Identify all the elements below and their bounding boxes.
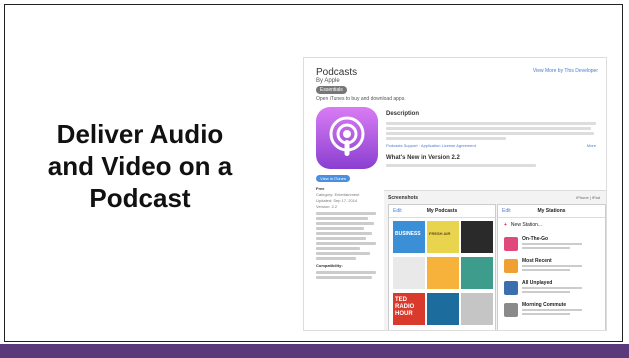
screen-header: Edit My Stations bbox=[498, 205, 605, 218]
meta-line bbox=[316, 271, 376, 274]
station-detail bbox=[522, 247, 570, 249]
podcast-tile bbox=[461, 221, 493, 253]
meta-line bbox=[316, 242, 376, 245]
screen-header: Edit My Podcasts bbox=[389, 205, 495, 218]
developer-link[interactable]: View More by This Developer bbox=[533, 68, 598, 74]
podcast-tile: TED RADIO HOUR bbox=[393, 293, 425, 325]
tile-label: TED RADIO HOUR bbox=[395, 297, 415, 317]
meta-line bbox=[316, 247, 360, 250]
screenshot-my-stations: Edit My Stations + New Station... On-The-… bbox=[497, 204, 606, 330]
station-row: Morning Commute bbox=[504, 301, 600, 319]
station-detail bbox=[522, 313, 570, 315]
view-in-itunes-button[interactable]: View in iTunes bbox=[316, 175, 350, 182]
description-heading: Description bbox=[386, 111, 420, 117]
podcast-tile: FRESH AIR bbox=[427, 221, 459, 253]
station-detail bbox=[522, 269, 570, 271]
version: Version: 2.2 bbox=[316, 204, 338, 209]
description-line bbox=[386, 122, 596, 125]
meta-line bbox=[316, 252, 370, 255]
meta-line bbox=[316, 227, 364, 230]
open-itunes-text: Open iTunes to buy and download apps. bbox=[316, 96, 406, 102]
screenshots-heading: Screenshots bbox=[388, 195, 419, 201]
podcast-tile bbox=[393, 257, 425, 289]
station-name: Morning Commute bbox=[522, 302, 567, 308]
whats-new-text bbox=[386, 164, 536, 167]
screen-title: My Podcasts bbox=[426, 208, 458, 214]
station-detail bbox=[522, 265, 582, 267]
meta-line bbox=[316, 237, 366, 240]
support-links[interactable]: Podcasts Support · Application License A… bbox=[386, 143, 476, 148]
meta-line bbox=[316, 212, 376, 215]
description-line bbox=[386, 137, 506, 140]
compatibility-label: Compatibility: bbox=[316, 263, 343, 268]
slide-title-line-1: Deliver Audio bbox=[56, 119, 224, 149]
more-link[interactable]: More bbox=[587, 143, 596, 148]
slide: Deliver Audio and Video on a Podcast Pod… bbox=[0, 0, 629, 358]
station-detail bbox=[522, 291, 570, 293]
new-station-row: + New Station... bbox=[504, 222, 542, 228]
podcast-tile bbox=[461, 293, 493, 325]
plus-icon: + bbox=[504, 222, 507, 228]
device-toggle[interactable]: iPhone | iPad bbox=[576, 195, 600, 200]
station-detail bbox=[522, 243, 582, 245]
tile-label: BUSINESS bbox=[395, 231, 421, 237]
app-name: Podcasts bbox=[316, 67, 358, 78]
footer-bar bbox=[0, 344, 629, 358]
podcast-tile bbox=[427, 293, 459, 325]
station-name: On-The-Go bbox=[522, 236, 549, 242]
podcast-tile bbox=[461, 257, 493, 289]
meta-line bbox=[316, 222, 374, 225]
station-thumbnail bbox=[504, 303, 518, 317]
itunes-store-screenshot: Podcasts By Apple Essentials Open iTunes… bbox=[304, 58, 606, 330]
screen-title: My Stations bbox=[537, 208, 566, 214]
app-metadata: Free Category: Entertainment Updated: Se… bbox=[316, 186, 380, 281]
tile-label: FRESH AIR bbox=[429, 231, 451, 236]
station-name: All Unplayed bbox=[522, 280, 553, 286]
slide-title-line-2: and Video on a bbox=[47, 151, 233, 181]
station-row: On-The-Go bbox=[504, 235, 600, 253]
meta-line bbox=[316, 232, 372, 235]
station-thumbnail bbox=[504, 259, 518, 273]
station-thumbnail bbox=[504, 281, 518, 295]
podcast-tile bbox=[427, 257, 459, 289]
meta-line bbox=[316, 217, 368, 220]
podcasts-app-icon bbox=[316, 107, 378, 169]
podcast-icon bbox=[329, 116, 365, 156]
screenshot-my-podcasts: Edit My Podcasts BUSINESS FRESH AIR TED … bbox=[388, 204, 496, 330]
station-thumbnail bbox=[504, 237, 518, 251]
slide-title: Deliver Audio and Video on a Podcast bbox=[40, 118, 240, 214]
new-station-label: New Station... bbox=[510, 222, 543, 228]
whats-new-heading: What's New in Version 2.2 bbox=[386, 155, 460, 161]
description-text bbox=[386, 120, 596, 142]
station-detail bbox=[522, 287, 582, 289]
developer-name: By Apple bbox=[316, 78, 340, 84]
description-line bbox=[386, 127, 591, 130]
station-row: All Unplayed bbox=[504, 279, 600, 297]
description-line bbox=[386, 132, 594, 135]
station-detail bbox=[522, 309, 582, 311]
meta-line bbox=[316, 257, 356, 260]
station-name: Most Recent bbox=[522, 258, 552, 264]
station-row: Most Recent bbox=[504, 257, 600, 275]
meta-line bbox=[316, 276, 372, 279]
essentials-badge: Essentials bbox=[316, 86, 347, 94]
podcast-tile: BUSINESS bbox=[393, 221, 425, 253]
slide-title-line-3: Podcast bbox=[89, 183, 191, 213]
